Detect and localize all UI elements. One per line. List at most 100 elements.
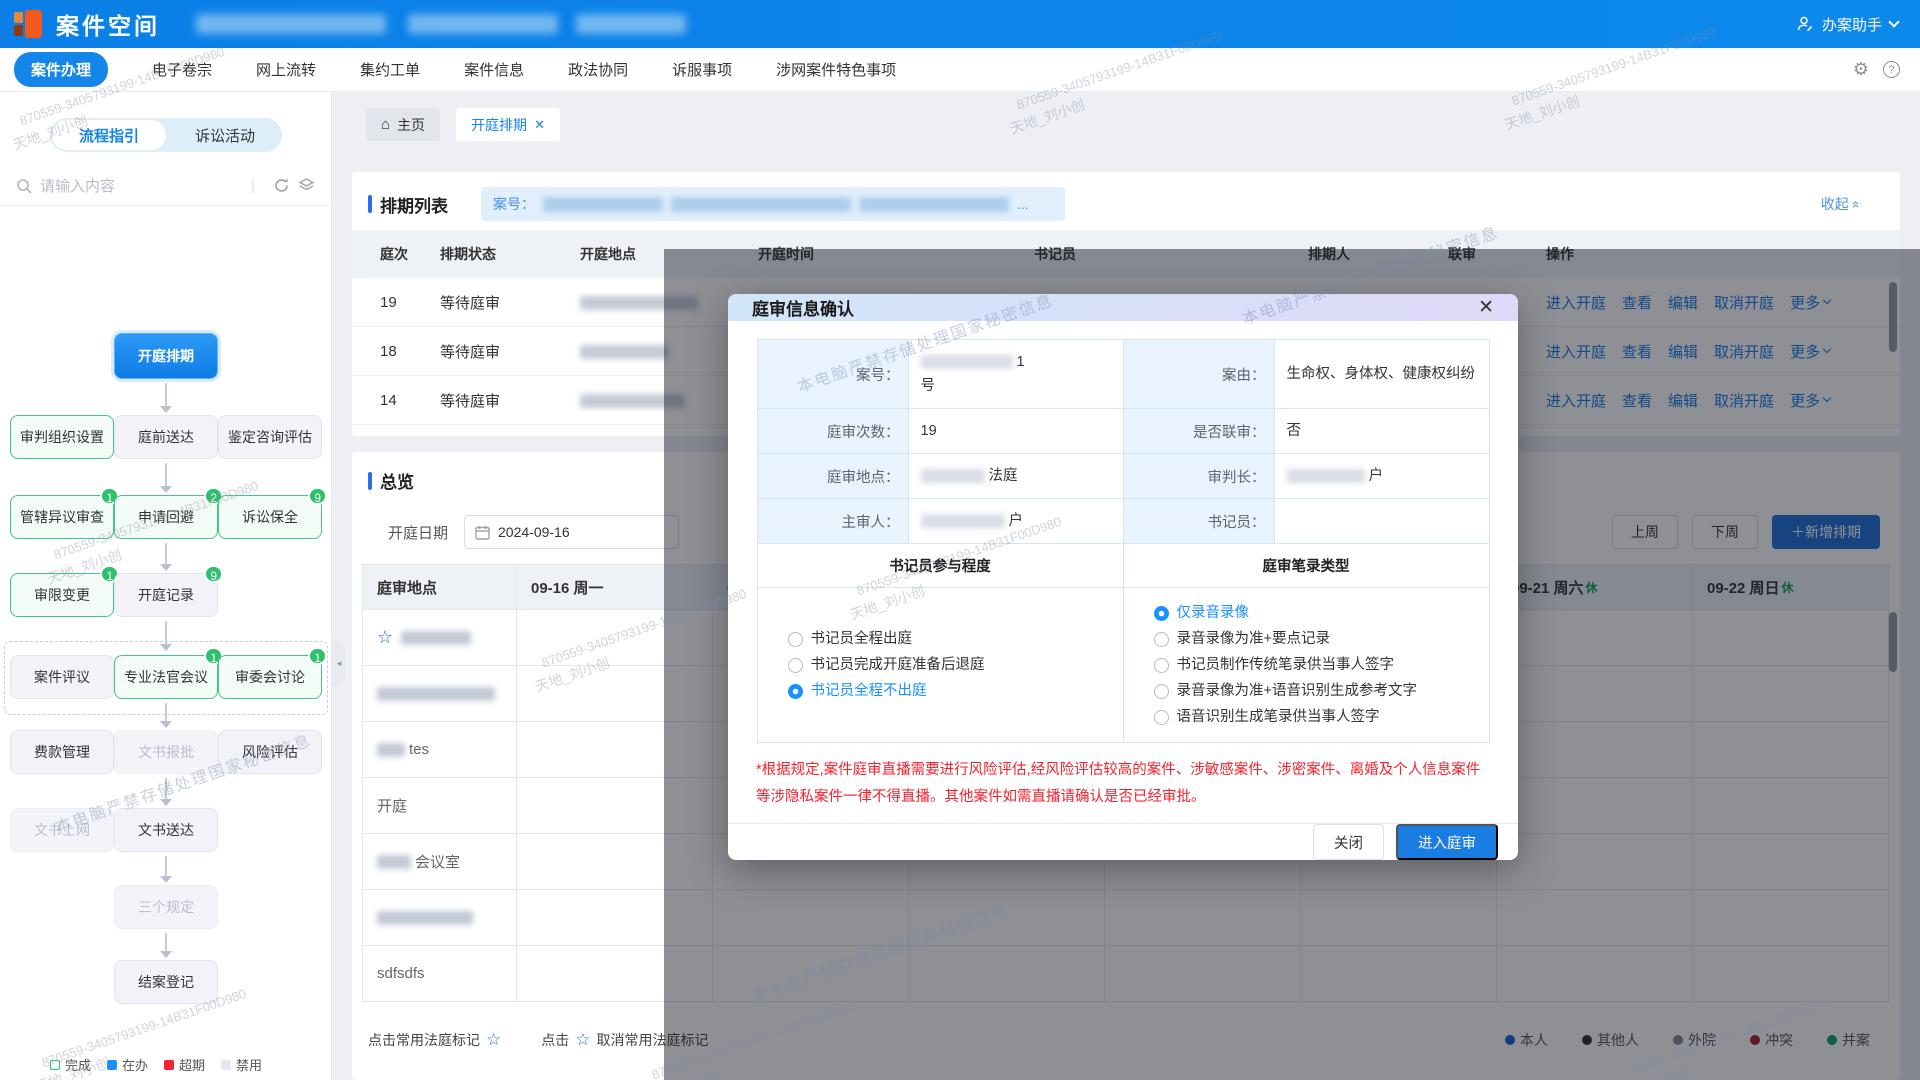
live-broadcast-warning: *根据规定,案件庭审直播需要进行风险评估,经风险评估较高的案件、涉敏感案件、涉密… [756, 757, 1490, 811]
favorite-star-icon: ☆ [486, 1030, 501, 1050]
search-icon [16, 178, 32, 194]
settings-gear-icon[interactable]: ⚙ [1853, 59, 1869, 80]
flow-node-hearing-record[interactable]: 开庭记录9 [114, 573, 218, 617]
dialog-header: 庭审信息确认 ✕ [728, 294, 1518, 321]
joint-trial-label: 是否联审： [1123, 409, 1274, 454]
room-cell[interactable]: 开庭 [362, 778, 517, 834]
radio-icon[interactable] [1154, 606, 1169, 621]
radio-clerk-full-attend[interactable]: 书记员全程出庭 [788, 626, 1123, 652]
tab-home[interactable]: ⌂ 主页 [366, 108, 440, 141]
radio-av-only[interactable]: 仅录音录像 [1154, 600, 1489, 626]
cause-value: 生命权、身体权、健康权纠纷 [1274, 340, 1489, 409]
room-cell[interactable]: 会议室 [362, 834, 517, 890]
flow-node-risk-assess[interactable]: 风险评估 [218, 730, 322, 774]
radio-icon[interactable] [1154, 658, 1169, 673]
tab-process-guide[interactable]: 流程指引 [52, 120, 166, 150]
flow-node-fee-management[interactable]: 费款管理 [10, 730, 114, 774]
flow-node-trial-limit-change[interactable]: 审限变更1 [10, 573, 114, 617]
room-cell[interactable]: tes [362, 722, 517, 778]
screen: 案件空间 办案助手 案件办理 电子卷宗 网上流转 集约工单 案件信息 政法协同 … [0, 0, 1920, 1080]
flow-node-pretrial-service[interactable]: 庭前送达 [114, 415, 218, 459]
tabstrip: ⌂ 主页 开庭排期 ✕ [366, 108, 560, 141]
radio-icon[interactable] [1154, 632, 1169, 647]
clerk-label: 书记员： [1123, 499, 1274, 544]
radio-icon[interactable] [788, 632, 803, 647]
radio-asr-record-sign[interactable]: 语音识别生成笔录供当事人签字 [1154, 704, 1489, 730]
assistant-label: 办案助手 [1822, 14, 1882, 35]
layers-icon[interactable] [298, 177, 315, 194]
flow-arrow [160, 543, 172, 571]
radio-icon[interactable] [788, 658, 803, 673]
sidebar-collapse-handle[interactable]: ◂ [332, 640, 346, 686]
flow-node-committee-discussion[interactable]: 审委会讨论1 [218, 655, 322, 699]
radio-clerk-leave-after-prep[interactable]: 书记员完成开庭准备后退庭 [788, 652, 1123, 678]
nav-tab-legal-coord[interactable]: 政法协同 [568, 59, 628, 80]
joint-trial-value: 否 [1274, 409, 1489, 454]
radio-traditional-record[interactable]: 书记员制作传统笔录供当事人签字 [1154, 652, 1489, 678]
refresh-icon[interactable] [273, 177, 290, 194]
hearing-date-picker[interactable]: 2024-09-16 [464, 515, 679, 549]
radio-av-plus-notes[interactable]: 录音录像为准+要点记录 [1154, 626, 1489, 652]
flow-node-hearing-schedule[interactable]: 开庭排期 [114, 333, 218, 379]
search-input[interactable]: 请输入内容 [40, 175, 251, 196]
room-cell[interactable] [362, 890, 517, 946]
radio-clerk-no-attend[interactable]: 书记员全程不出庭 [788, 678, 1123, 704]
flow-node-case-review[interactable]: 案件评议 [10, 655, 114, 699]
flow-node-judge-meeting[interactable]: 专业法官会议1 [114, 655, 218, 699]
radio-av-plus-asr[interactable]: 录音录像为准+语音识别生成参考文字 [1154, 678, 1489, 704]
panel-title: 排期列表 [368, 192, 448, 217]
presiding-judge-label: 审判长： [1123, 454, 1274, 499]
enter-hearing-button[interactable]: 进入庭审 [1396, 824, 1498, 860]
collapse-button[interactable]: 收起« [1821, 194, 1860, 214]
nav-tab-net-case[interactable]: 涉网案件特色事项 [776, 59, 896, 80]
tab-litigation-activity[interactable]: 诉讼活动 [168, 118, 282, 152]
panel-title: 总览 [368, 468, 414, 493]
participation-options: 书记员全程出庭 书记员完成开庭准备后退庭 书记员全程不出庭 [757, 588, 1123, 743]
flow-node-jurisdiction-review[interactable]: 管辖异议审查1 [10, 495, 114, 539]
help-icon[interactable]: ? [1883, 61, 1900, 78]
favorite-star-icon: ☆ [575, 1030, 590, 1050]
nav-tab-case-info[interactable]: 案件信息 [464, 59, 524, 80]
calendar-icon [475, 525, 490, 540]
radio-icon[interactable] [1154, 710, 1169, 725]
flow-node-trial-org[interactable]: 审判组织设置 [10, 415, 114, 459]
tab-hearing-schedule[interactable]: 开庭排期 ✕ [456, 108, 560, 141]
record-type-header: 庭审笔录类型 [1123, 544, 1489, 588]
flow-node-appraisal[interactable]: 鉴定咨询评估 [218, 415, 322, 459]
room-cell[interactable] [362, 666, 517, 722]
close-icon[interactable]: ✕ [1478, 296, 1494, 319]
nav-tab-online-flow[interactable]: 网上流转 [256, 59, 316, 80]
flow-node-preservation[interactable]: 诉讼保全9 [218, 495, 322, 539]
flow-node-doc-service[interactable]: 文书送达 [114, 808, 218, 852]
flow-node-recusal[interactable]: 申请回避2 [114, 495, 218, 539]
nav-tab-case-handling[interactable]: 案件办理 [14, 52, 108, 87]
flow-arrow [160, 703, 172, 728]
room-column-header: 庭审地点 [362, 564, 517, 610]
flow-node-doc-approval: 文书报批 [114, 730, 218, 774]
collapse-icon: « [1849, 200, 1864, 207]
hearing-date-label: 开庭日期 [388, 522, 448, 543]
flow-legend: 完成 在办 超期 禁用 [50, 1055, 262, 1074]
nav-tab-service[interactable]: 诉服事项 [672, 59, 732, 80]
close-button[interactable]: 关闭 [1313, 824, 1384, 860]
presiding-judge-value: 户 [1274, 454, 1489, 499]
process-flowchart: 开庭排期 审判组织设置 庭前送达 鉴定咨询评估 管辖异议审查1 申请回避2 诉讼… [0, 207, 331, 1040]
room-cell[interactable]: sdfsdfs [362, 946, 517, 1002]
flow-node-case-close[interactable]: 结案登记 [114, 960, 218, 1004]
count-badge: 1 [308, 647, 327, 665]
close-tab-icon[interactable]: ✕ [534, 117, 545, 133]
case-no-label: 案号： [757, 340, 908, 409]
flow-arrow [160, 383, 172, 413]
radio-icon[interactable] [788, 684, 803, 699]
assistant-menu[interactable]: 办案助手 [1796, 0, 1898, 48]
nav-tab-work-order[interactable]: 集约工单 [360, 59, 420, 80]
redacted-header-text [196, 14, 386, 34]
room-cell[interactable]: ☆ [362, 610, 517, 666]
record-type-options: 仅录音录像 录音录像为准+要点记录 书记员制作传统笔录供当事人签字 录音录像为准… [1123, 588, 1489, 743]
nav-tab-e-file[interactable]: 电子卷宗 [152, 59, 212, 80]
main-nav: 案件办理 电子卷宗 网上流转 集约工单 案件信息 政法协同 诉服事项 涉网案件特… [0, 48, 1920, 92]
radio-icon[interactable] [1154, 684, 1169, 699]
flow-node-doc-publish: 文书上网 [10, 808, 114, 852]
favorite-star-icon[interactable]: ☆ [377, 627, 393, 648]
flow-arrow [160, 778, 172, 806]
